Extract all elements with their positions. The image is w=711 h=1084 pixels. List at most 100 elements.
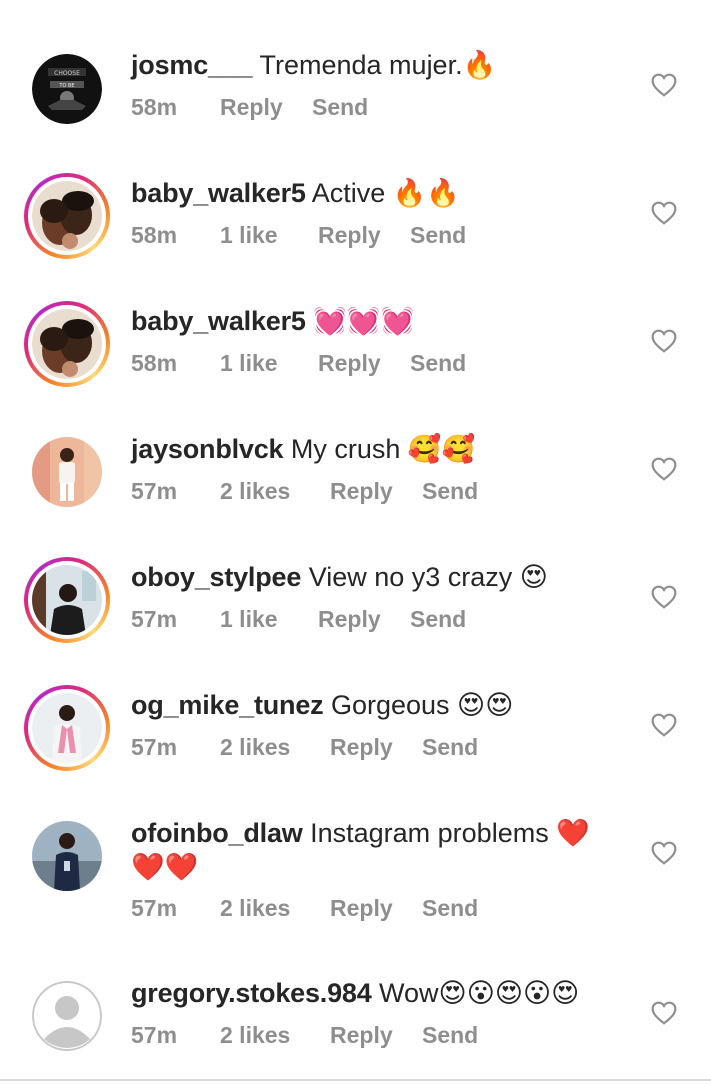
- comment-text: josmc___ Tremenda mujer.🔥: [131, 48, 621, 82]
- comment-body: My crush 🥰🥰: [290, 434, 476, 464]
- svg-text:TO BE: TO BE: [58, 83, 74, 89]
- svg-text:CHOOSE: CHOOSE: [54, 70, 80, 77]
- send-button[interactable]: Send: [422, 1022, 478, 1049]
- reply-button[interactable]: Reply: [220, 94, 312, 121]
- comment-text: gregory.stokes.984 Wow😍😮😍😮😍: [131, 976, 621, 1010]
- send-button[interactable]: Send: [410, 606, 466, 633]
- send-button[interactable]: Send: [422, 734, 478, 761]
- comment-body: Wow😍😮😍😮😍: [379, 978, 580, 1008]
- comment-body: Tremenda mujer.🔥: [259, 50, 497, 80]
- avatar[interactable]: [24, 813, 110, 899]
- comment-meta: 58m 1 like Reply Send: [131, 222, 466, 249]
- comment-item: baby_walker5 Active 🔥🔥 58m 1 like Reply …: [0, 128, 711, 259]
- barbershop-avatar-image: [32, 565, 102, 635]
- avatar[interactable]: [24, 429, 110, 515]
- comment-text: ofoinbo_dlaw Instagram problems ❤️: [131, 816, 621, 850]
- likes-count[interactable]: 2 likes: [220, 1022, 330, 1049]
- avatar-story-ring[interactable]: [24, 685, 110, 771]
- comment-time: 57m: [131, 734, 178, 760]
- comment-meta: 58m Reply Send: [131, 94, 368, 121]
- comment-time: 58m: [131, 222, 178, 248]
- comment-time: 57m: [131, 478, 178, 504]
- comment-item: ofoinbo_dlaw Instagram problems ❤️ ❤️❤️ …: [0, 768, 711, 928]
- comment-time: 58m: [131, 350, 178, 376]
- heart-outline-icon[interactable]: [651, 73, 677, 97]
- couple-avatar-image: [32, 309, 102, 379]
- send-button[interactable]: Send: [422, 895, 478, 922]
- reply-button[interactable]: Reply: [330, 1022, 422, 1049]
- username[interactable]: oboy_stylpee: [131, 562, 301, 592]
- comment-item: og_mike_tunez Gorgeous 😍😍 57m 2 likes Re…: [0, 640, 711, 771]
- comment-meta: 57m 2 likes Reply Send: [131, 895, 478, 922]
- send-button[interactable]: Send: [312, 94, 368, 121]
- comment-item: gregory.stokes.984 Wow😍😮😍😮😍 57m 2 likes …: [0, 928, 711, 1084]
- person-avatar-image: [32, 693, 102, 763]
- comment-item: CHOOSE TO BE josmc___ Tremenda mujer.🔥 5…: [0, 0, 711, 128]
- username[interactable]: josmc___: [131, 50, 253, 80]
- reply-button[interactable]: Reply: [318, 350, 410, 377]
- comment-time: 57m: [131, 895, 178, 921]
- likes-count[interactable]: 2 likes: [220, 895, 330, 922]
- likes-count[interactable]: 1 like: [220, 606, 318, 633]
- comment-body: Gorgeous 😍😍: [330, 690, 514, 720]
- comment-body: Active 🔥🔥: [311, 178, 460, 208]
- comment-text: jaysonblvck My crush 🥰🥰: [131, 432, 621, 466]
- comment-meta: 57m 2 likes Reply Send: [131, 478, 478, 505]
- likes-count[interactable]: 1 like: [220, 222, 318, 249]
- heart-outline-icon[interactable]: [651, 713, 677, 737]
- send-button[interactable]: Send: [410, 350, 466, 377]
- comment-time: 57m: [131, 606, 178, 632]
- heart-outline-icon[interactable]: [651, 457, 677, 481]
- comment-text: baby_walker5 Active 🔥🔥: [131, 176, 621, 210]
- heart-outline-icon[interactable]: [651, 201, 677, 225]
- comment-text: og_mike_tunez Gorgeous 😍😍: [131, 688, 621, 722]
- send-button[interactable]: Send: [410, 222, 466, 249]
- reply-button[interactable]: Reply: [318, 606, 410, 633]
- likes-count[interactable]: 2 likes: [220, 734, 330, 761]
- username[interactable]: gregory.stokes.984: [131, 978, 372, 1008]
- heart-outline-icon[interactable]: [651, 1001, 677, 1025]
- comment-text: baby_walker5 💓💓💓: [131, 304, 621, 338]
- likes-count[interactable]: 1 like: [220, 350, 318, 377]
- comment-text-continued: ❤️❤️: [131, 850, 621, 884]
- comment-time: 58m: [131, 94, 178, 120]
- person-avatar-image: [32, 821, 102, 891]
- heart-outline-icon[interactable]: [651, 329, 677, 353]
- username[interactable]: baby_walker5: [131, 178, 306, 208]
- comment-meta: 57m 2 likes Reply Send: [131, 1022, 478, 1049]
- dark-logo-avatar-image: CHOOSE TO BE: [32, 54, 102, 124]
- comment-item: oboy_stylpee View no y3 crazy 😍 57m 1 li…: [0, 512, 711, 643]
- comment-body: 💓💓💓: [313, 306, 415, 336]
- username[interactable]: og_mike_tunez: [131, 690, 324, 720]
- reply-button[interactable]: Reply: [330, 895, 422, 922]
- avatar-story-ring[interactable]: [24, 301, 110, 387]
- comment-body: View no y3 crazy 😍: [308, 562, 548, 592]
- comment-meta: 57m 2 likes Reply Send: [131, 734, 478, 761]
- comment-meta: 58m 1 like Reply Send: [131, 350, 466, 377]
- avatar[interactable]: [24, 973, 110, 1059]
- default-avatar-image: [32, 981, 102, 1051]
- likes-count[interactable]: 2 likes: [220, 478, 330, 505]
- heart-outline-icon[interactable]: [651, 585, 677, 609]
- couple-avatar-image: [32, 181, 102, 251]
- username[interactable]: ofoinbo_dlaw: [131, 818, 303, 848]
- reply-button[interactable]: Reply: [318, 222, 410, 249]
- comment-body-continued: ❤️❤️: [131, 852, 199, 882]
- avatar-story-ring[interactable]: [24, 557, 110, 643]
- send-button[interactable]: Send: [422, 478, 478, 505]
- comment-text: oboy_stylpee View no y3 crazy 😍: [131, 560, 621, 594]
- username[interactable]: baby_walker5: [131, 306, 306, 336]
- person-avatar-image: [32, 437, 102, 507]
- comment-meta: 57m 1 like Reply Send: [131, 606, 466, 633]
- avatar-story-ring[interactable]: [24, 173, 110, 259]
- reply-button[interactable]: Reply: [330, 478, 422, 505]
- comment-item: jaysonblvck My crush 🥰🥰 57m 2 likes Repl…: [0, 384, 711, 512]
- comment-body: Instagram problems ❤️: [310, 818, 590, 848]
- heart-outline-icon[interactable]: [651, 841, 677, 865]
- avatar[interactable]: CHOOSE TO BE: [24, 46, 110, 132]
- reply-button[interactable]: Reply: [330, 734, 422, 761]
- comment-item: baby_walker5 💓💓💓 58m 1 like Reply Send: [0, 256, 711, 387]
- comment-time: 57m: [131, 1022, 178, 1048]
- bottom-divider: [0, 1079, 711, 1081]
- username[interactable]: jaysonblvck: [131, 434, 284, 464]
